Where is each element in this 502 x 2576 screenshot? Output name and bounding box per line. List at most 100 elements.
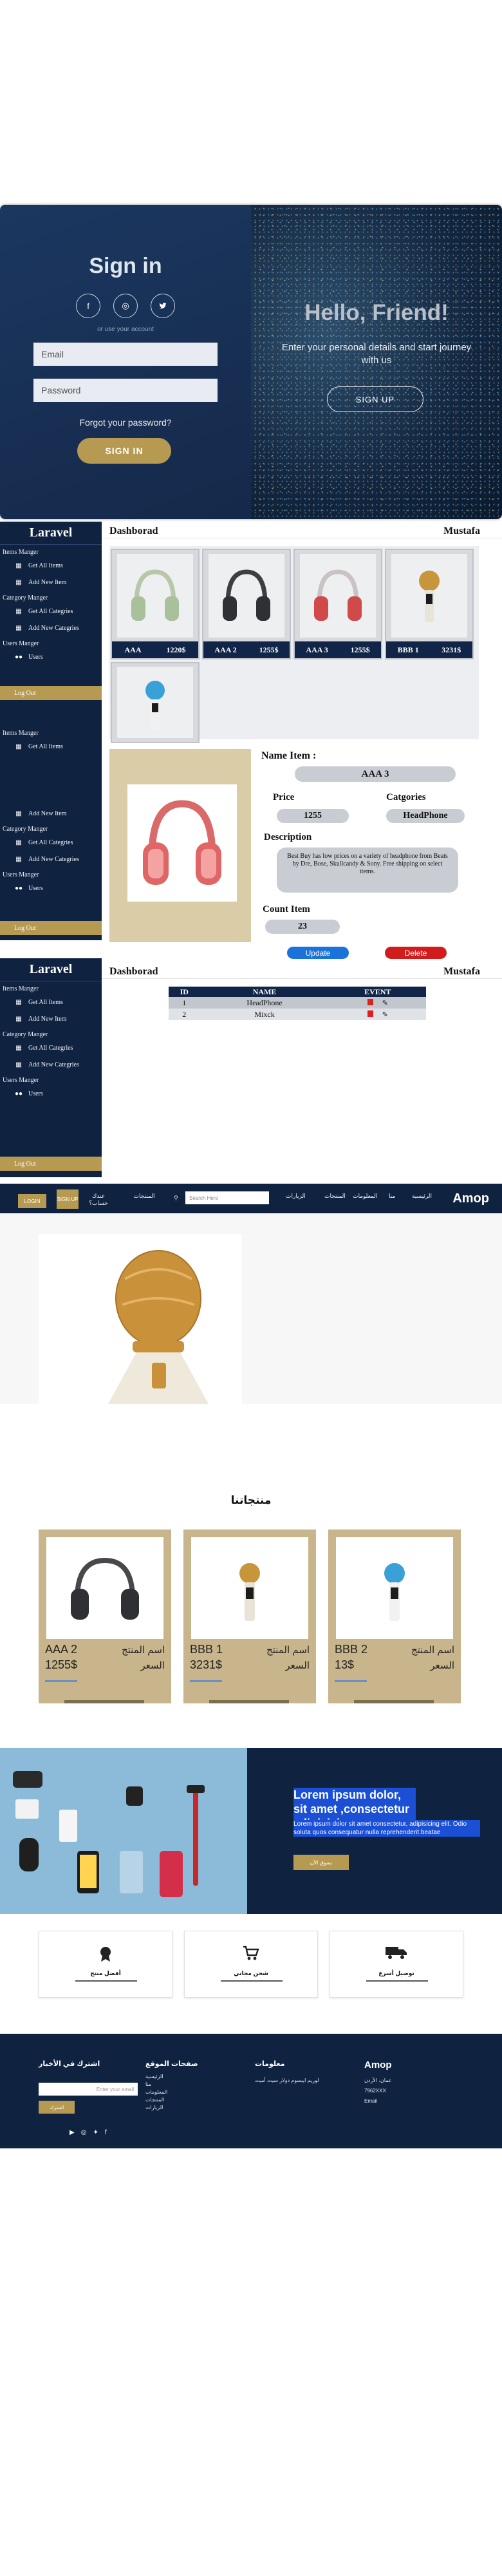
store-brand[interactable]: Amop: [452, 1191, 489, 1206]
dashboard-title: Dashborad: [109, 525, 158, 536]
nav-link[interactable]: منا: [389, 1193, 395, 1200]
password-field[interactable]: Password: [33, 379, 218, 402]
newsletter-email-input[interactable]: Enter your email: [39, 2083, 138, 2096]
product-card[interactable]: AAA 1220$: [111, 549, 200, 659]
sidebar-item-get-items[interactable]: ▦ Get All Items: [0, 557, 102, 574]
card-divider: [190, 1680, 222, 1682]
sidebar-item-get-categories[interactable]: ▦ Get All Categries: [0, 1039, 102, 1056]
subscribe-button[interactable]: اشترك: [39, 2101, 75, 2114]
product-card[interactable]: BBB 1 3231$: [385, 549, 474, 659]
sidebar-item-get-items[interactable]: ▦ Get All Items: [0, 994, 102, 1010]
grid-icon: ▦: [15, 1061, 22, 1068]
products-title: منتجاتنا: [230, 1494, 272, 1506]
sidebar-brand[interactable]: Laravel: [0, 958, 102, 981]
sidebar-item-add-item[interactable]: ▦ Add New Item: [0, 805, 102, 822]
product-card-bar: AAA 3 1255$: [295, 641, 381, 658]
forgot-password-link[interactable]: Forgot your password?: [0, 417, 251, 428]
sidebar-group-title: Items Manger: [3, 549, 39, 556]
sidebar-item-add-item[interactable]: ▦ Add New Item: [0, 1010, 102, 1027]
nav-link[interactable]: الرئيسية: [412, 1193, 432, 1200]
product-card[interactable]: AAA 2 1255$: [202, 549, 291, 659]
grid-icon: ▦: [15, 810, 22, 817]
dashboard-header: Dashborad Mustafa: [102, 524, 502, 538]
nav-link[interactable]: المنتجات: [324, 1193, 346, 1200]
sidebar-item-add-item[interactable]: ▦ Add New Item: [0, 574, 102, 591]
sidebar-item-add-category[interactable]: ▦ Add New Categries: [0, 1056, 102, 1073]
twitter-icon[interactable]: [151, 294, 175, 318]
facebook-icon[interactable]: f: [76, 294, 100, 318]
footer-page-link[interactable]: الزيارات: [145, 2105, 163, 2111]
product-name: AAA 2: [45, 1643, 78, 1656]
sidebar-item-get-categories[interactable]: ▦ Get All Categries: [0, 834, 102, 851]
logout-button[interactable]: Log Out: [0, 921, 102, 935]
product-price: 13$: [335, 1658, 355, 1671]
search-input[interactable]: Search Here: [185, 1191, 269, 1204]
sidebar-item-users[interactable]: ●● Users: [0, 649, 102, 665]
twitter-icon[interactable]: ✦: [93, 2129, 98, 2136]
feature-title: توصيل أسرع: [378, 1970, 414, 1976]
facebook-icon[interactable]: f: [105, 2129, 107, 2136]
sidebar-item-users[interactable]: ●● Users: [0, 1085, 102, 1102]
welcome-title: Hello, Friend!: [304, 300, 449, 325]
sidebar-item-get-categories[interactable]: ▦ Get All Categries: [0, 603, 102, 620]
feature-title: أفضل منتج: [90, 1970, 121, 1976]
feature-fast-delivery: توصيل أسرع: [330, 1931, 463, 1998]
admin-sidebar-continued: ▦ Add New Item Category Manger ▦ Get All C…: [0, 805, 102, 940]
signin-button[interactable]: SIGN IN: [77, 438, 171, 464]
sidebar-brand[interactable]: Laravel: [0, 522, 102, 545]
trash-icon[interactable]: [367, 998, 373, 1005]
sidebar-item-add-category[interactable]: ▦ Add New Categries: [0, 851, 102, 867]
edit-icon[interactable]: ✎: [382, 1011, 388, 1019]
shop-product-card[interactable]: BBB 1 3231$ اسم المنتج السعر: [183, 1530, 316, 1703]
product-card[interactable]: [111, 662, 200, 743]
footer-page-link[interactable]: المنتجات: [145, 2097, 164, 2103]
footer-brand: Amop: [364, 2060, 392, 2070]
logout-label: Log Out: [14, 924, 36, 932]
shop-now-button[interactable]: تسوق الآن: [293, 1855, 349, 1870]
search-icon[interactable]: ⚲: [174, 1195, 178, 1202]
sidebar-item-add-category[interactable]: ▦ Add New Categries: [0, 620, 102, 636]
nav-link[interactable]: الزيارات: [286, 1193, 306, 1200]
product-price: 1255$: [259, 645, 279, 654]
shop-product-card[interactable]: AAA 2 1255$ اسم المنتج السعر: [39, 1530, 171, 1703]
table-header-row: ID NAME EVENT: [169, 987, 426, 997]
footer-page-link[interactable]: الرئيسية: [145, 2074, 163, 2080]
edit-icon[interactable]: ✎: [382, 999, 388, 1007]
trash-icon[interactable]: [367, 1010, 373, 1017]
signup-button[interactable]: SIGN UP: [57, 1189, 79, 1209]
youtube-icon[interactable]: ▶: [70, 2129, 75, 2136]
instagram-icon[interactable]: ◎: [113, 294, 138, 318]
instagram-icon[interactable]: ◎: [81, 2129, 87, 2136]
sidebar-item-get-items[interactable]: ▦ Get All Items: [0, 738, 102, 755]
footer-info-text: لوريم ايبسوم دولار سيت أميت: [255, 2078, 319, 2083]
nav-link[interactable]: المعلومات: [353, 1193, 377, 1200]
product-card[interactable]: AAA 3 1255$: [293, 549, 382, 659]
email-field[interactable]: Email: [33, 343, 218, 366]
logout-label: Log Out: [14, 1160, 36, 1168]
feature-underline: [75, 1980, 137, 1982]
users-icon: ●●: [14, 653, 23, 661]
delete-button[interactable]: Delete: [385, 947, 447, 959]
sidebar-group-title: Category Manger: [3, 594, 48, 601]
product-name: BBB 1: [190, 1643, 223, 1656]
sidebar-item-label: Get All Items: [28, 743, 63, 750]
sidebar-item-users[interactable]: ●● Users: [0, 880, 102, 896]
footer-page-link[interactable]: المعلومات: [145, 2089, 167, 2096]
product-name: BBB 2: [335, 1643, 368, 1656]
user-name[interactable]: Mustafa: [443, 966, 480, 978]
update-button[interactable]: Update: [287, 947, 349, 959]
footer-page-link[interactable]: منا: [145, 2081, 151, 2088]
nav-link[interactable]: المنتجات: [130, 1193, 158, 1200]
shop-product-card[interactable]: BBB 2 13$ اسم المنتج السعر: [328, 1530, 461, 1703]
microphone-image: [336, 1537, 453, 1639]
account-text: عندك حساب؟: [89, 1193, 108, 1206]
login-button[interactable]: LOGIN: [18, 1194, 46, 1208]
sidebar-group-title: Users Manger: [3, 1077, 39, 1084]
feature-underline: [366, 1980, 428, 1982]
detail-description-value: Best Buy has low prices on a variety of …: [277, 848, 458, 893]
signup-button[interactable]: SIGN UP: [327, 386, 423, 412]
logout-button[interactable]: Log Out: [0, 686, 102, 700]
product-name-label: اسم المنتج: [266, 1645, 310, 1656]
user-name[interactable]: Mustafa: [443, 526, 480, 537]
logout-button[interactable]: Log Out: [0, 1157, 102, 1171]
